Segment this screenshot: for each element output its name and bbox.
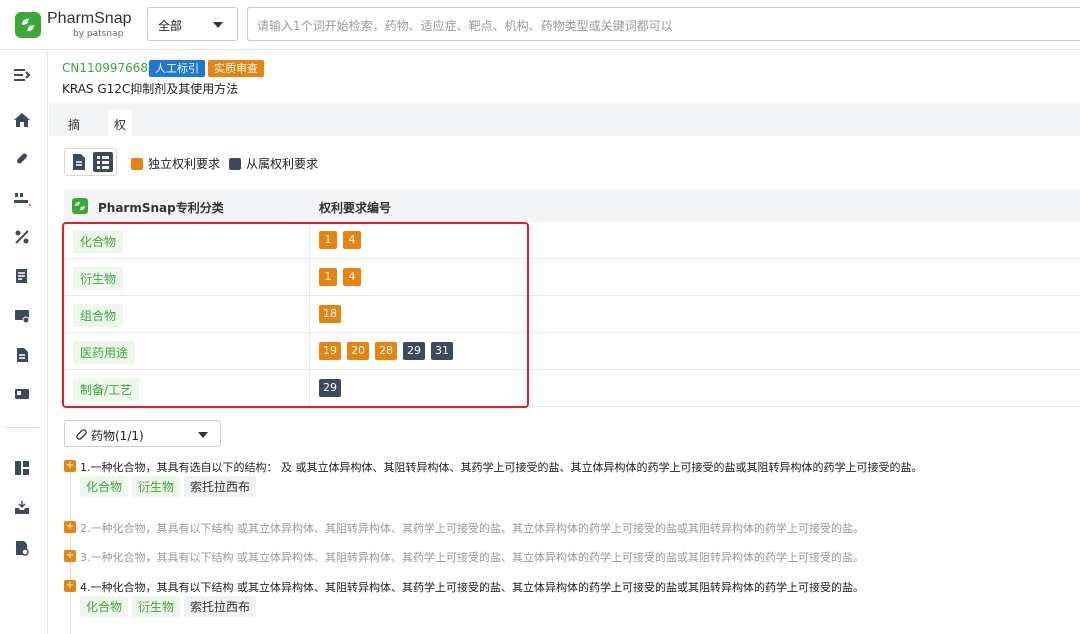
drug-filter-label: 药物(1/1) bbox=[91, 429, 144, 443]
expand-plus-icon[interactable]: + bbox=[64, 460, 76, 472]
table-row: 化合物 1 4 bbox=[64, 222, 1080, 259]
tab-abstract[interactable]: 摘要 bbox=[62, 110, 86, 149]
document-view-icon[interactable] bbox=[69, 152, 89, 172]
claim-tag[interactable]: 衍生物 bbox=[132, 476, 181, 497]
category-tag[interactable]: 组合物 bbox=[73, 304, 124, 327]
claim-text: 3.一种化合物，其具有以下结构 或其立体异构体、其阻转异构体、其药学上可接受的盐… bbox=[80, 551, 864, 564]
claim-tag[interactable]: 化合物 bbox=[80, 596, 129, 617]
top-bar: PharmSnap by patsnap 全部 请输入1个词开始检索，药物、适应… bbox=[0, 0, 1080, 50]
percent-icon[interactable] bbox=[13, 228, 31, 246]
brand-name: PharmSnap bbox=[47, 10, 132, 27]
claim-text: 2.一种化合物，其具有以下结构 或其立体异构体、其阻转异构体、其药学上可接受的盐… bbox=[80, 522, 864, 535]
list-view-icon[interactable] bbox=[93, 152, 113, 172]
pharmsnap-small-logo-icon bbox=[72, 198, 88, 214]
news-icon[interactable] bbox=[13, 385, 31, 403]
report-icon[interactable] bbox=[13, 267, 31, 285]
independent-swatch bbox=[131, 158, 143, 170]
search-scope-value: 全部 bbox=[158, 19, 183, 33]
claim-numbers: 14 bbox=[319, 268, 367, 286]
claim-text: 4.一种化合物，其具有以下结构 或其立体异构体、其阻转异构体、其药学上可接受的盐… bbox=[80, 581, 864, 594]
drug-filter-select[interactable]: 药物(1/1) bbox=[64, 420, 221, 447]
dependent-swatch bbox=[229, 158, 241, 170]
patent-id[interactable]: CN110997668A bbox=[62, 61, 156, 75]
claim-numbers: 19 20 28 29 31 bbox=[319, 342, 459, 360]
column-separator bbox=[309, 222, 310, 258]
claim-tags: 化合物 衍生物 索托拉西布 bbox=[80, 596, 260, 617]
column-separator bbox=[309, 296, 310, 332]
column-separator bbox=[309, 259, 310, 295]
sidebar-divider bbox=[5, 427, 39, 428]
claim-text: 1.一种化合物，其具有选自以下的结构： 及 或其立体异构体、其阻转异构体、其药学… bbox=[80, 461, 923, 474]
pharmsnap-logo[interactable]: PharmSnap by patsnap bbox=[15, 10, 135, 42]
category-tag[interactable]: 制备/工艺 bbox=[73, 378, 140, 401]
category-tag[interactable]: 衍生物 bbox=[73, 267, 124, 290]
table-row: 医药用途 19 20 28 29 31 bbox=[64, 333, 1080, 370]
claim-tag[interactable]: 衍生物 bbox=[132, 596, 181, 617]
claim-number-badge[interactable]: 20 bbox=[347, 342, 369, 360]
claim-numbers: 18 bbox=[319, 305, 347, 323]
claim-number-badge[interactable]: 29 bbox=[319, 379, 341, 397]
brand-sub: by patsnap bbox=[73, 29, 124, 39]
claim-number-badge[interactable]: 28 bbox=[375, 342, 397, 360]
clinical-icon[interactable] bbox=[13, 307, 31, 325]
tab-claims[interactable]: 权利要求 bbox=[108, 110, 133, 183]
search-input[interactable]: 请输入1个词开始检索，药物、适应症、靶点、机构、药物类型或关键词都可以 bbox=[247, 7, 1080, 41]
claim-number-badge[interactable]: 1 bbox=[319, 231, 337, 249]
claim-numbers: 29 bbox=[319, 379, 347, 397]
document-icon[interactable] bbox=[13, 346, 31, 364]
column-header-category: PharmSnap专利分类 bbox=[98, 201, 224, 215]
claim-tag[interactable]: 索托拉西布 bbox=[184, 596, 257, 617]
column-header-claims: 权利要求编号 bbox=[319, 201, 392, 215]
category-tag[interactable]: 医药用途 bbox=[73, 341, 136, 364]
inbox-icon[interactable] bbox=[13, 499, 31, 517]
claim-number-badge[interactable]: 4 bbox=[343, 268, 361, 286]
patent-title: KRAS G12C抑制剂及其使用方法 bbox=[62, 82, 239, 96]
claim-tag[interactable]: 化合物 bbox=[80, 476, 129, 497]
view-toggle bbox=[64, 148, 117, 176]
sidebar bbox=[0, 51, 48, 634]
pill-icon bbox=[76, 429, 87, 440]
legend-independent-label: 独立权利要求 bbox=[148, 157, 221, 171]
expand-plus-icon[interactable]: + bbox=[64, 580, 76, 592]
table-row: 制备/工艺 29 bbox=[64, 370, 1080, 407]
claim-number-badge[interactable]: 19 bbox=[319, 342, 341, 360]
column-separator bbox=[309, 370, 310, 406]
chevron-down-icon bbox=[198, 432, 208, 438]
table-row: 组合物 18 bbox=[64, 296, 1080, 333]
expand-plus-icon[interactable]: + bbox=[64, 521, 76, 533]
pill-icon[interactable] bbox=[13, 149, 31, 167]
home-icon[interactable] bbox=[13, 111, 31, 129]
claim-number-badge[interactable]: 1 bbox=[319, 268, 337, 286]
claim-number-badge[interactable]: 29 bbox=[403, 342, 425, 360]
claim-tag[interactable]: 索托拉西布 bbox=[184, 476, 257, 497]
column-separator bbox=[309, 333, 310, 369]
legend-dependent-label: 从属权利要求 bbox=[246, 157, 319, 171]
legend-dependent: 从属权利要求 bbox=[229, 155, 318, 172]
expand-plus-icon[interactable]: + bbox=[64, 550, 76, 562]
manual-index-badge: 人工标引 bbox=[149, 60, 205, 77]
table-header: PharmSnap专利分类 权利要求编号 bbox=[64, 189, 1080, 222]
claim-numbers: 14 bbox=[319, 231, 367, 249]
legend-independent: 独立权利要求 bbox=[131, 155, 220, 172]
chevron-down-icon bbox=[213, 22, 223, 28]
target-icon[interactable] bbox=[13, 189, 31, 207]
category-tag[interactable]: 化合物 bbox=[73, 230, 124, 253]
search-placeholder: 请输入1个词开始检索，药物、适应症、靶点、机构、药物类型或关键词都可以 bbox=[257, 19, 673, 33]
claim-number-badge[interactable]: 4 bbox=[343, 231, 361, 249]
file-settings-icon[interactable] bbox=[13, 539, 31, 557]
logo-mark-icon bbox=[15, 12, 41, 38]
claim-tags: 化合物 衍生物 索托拉西布 bbox=[80, 476, 260, 497]
claim-number-badge[interactable]: 31 bbox=[431, 342, 453, 360]
expand-icon[interactable] bbox=[13, 66, 31, 84]
table-row: 衍生物 1 4 bbox=[64, 259, 1080, 296]
exam-status-badge: 实质审查 bbox=[208, 60, 264, 77]
claim-number-badge[interactable]: 18 bbox=[319, 305, 341, 323]
search-scope-select[interactable]: 全部 bbox=[147, 7, 238, 41]
dashboard-icon[interactable] bbox=[13, 459, 31, 477]
